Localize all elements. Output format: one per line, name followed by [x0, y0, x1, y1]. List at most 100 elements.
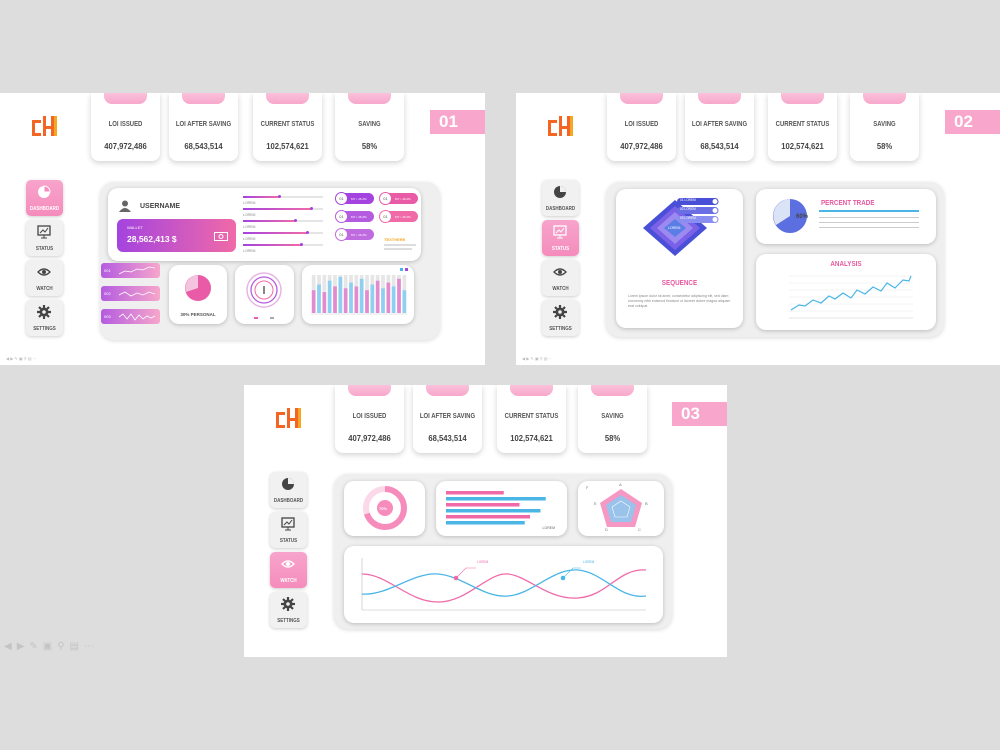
hbar	[446, 503, 520, 507]
nav-dashboard-button[interactable]: DASHBOARD	[542, 180, 579, 216]
nav-label: DASHBOARD	[273, 498, 304, 504]
status-panel: 01 LOREM 02 LOREM 03 LOREM LOREM SEQUENC…	[606, 182, 944, 337]
hbar	[446, 515, 530, 519]
nav-settings-button[interactable]: SETTINGS	[270, 592, 307, 628]
nav-label: SETTINGS	[549, 326, 572, 332]
column-bar	[391, 286, 396, 313]
progress-bars: LOREM LOREM LOREM LOREM LOREM	[243, 195, 327, 254]
badge-tag: MY • 46.2%	[351, 196, 367, 201]
stat-card-current-status: CURRENT STATUS 102,574,621	[768, 93, 837, 161]
analysis-card: ANALYSIS	[756, 254, 936, 330]
progress-fill	[243, 208, 311, 210]
radar-label: B	[645, 501, 648, 506]
hbar	[446, 491, 504, 495]
pill-label: 002	[104, 291, 111, 296]
radar-chart	[600, 489, 642, 527]
nav-settings-button[interactable]: SETTINGS	[26, 300, 63, 336]
wave-label: LOREM	[583, 560, 595, 564]
gear-icon	[281, 597, 295, 611]
nav-watch-button[interactable]: WATCH	[542, 260, 579, 296]
column-bar	[338, 276, 343, 313]
nav-status-button[interactable]: STATUS	[26, 220, 63, 256]
nav-label: DASHBOARD	[545, 206, 576, 212]
progress-marker[interactable]	[310, 207, 313, 210]
nav-dashboard-button[interactable]: DASHBOARD	[270, 472, 307, 508]
hbar-card: LOREM	[436, 481, 567, 536]
nav-settings-button[interactable]: SETTINGS	[542, 300, 579, 336]
column-bar	[322, 292, 327, 313]
sequence-tag: 02 LOREM	[680, 207, 696, 211]
progress-fill	[243, 220, 295, 222]
slide-01[interactable]: LOI ISSUED 407,972,486 LOI AFTER SAVING …	[0, 93, 485, 365]
hbar-label: LOREM	[542, 526, 555, 530]
pie-caption: 30% PERSONAL	[180, 312, 216, 317]
badge[interactable]: 01 MY • 46.2%	[335, 228, 374, 241]
radar-label: E	[594, 501, 597, 506]
badge-number: 01	[335, 228, 348, 241]
badge-number: 01	[335, 192, 348, 205]
progress-row: LOREM	[243, 207, 327, 218]
nav-label: SETTINGS	[277, 618, 300, 624]
progress-marker[interactable]	[306, 231, 309, 234]
slide-03[interactable]: LOI ISSUED 407,972,486 LOI AFTER SAVING …	[244, 385, 727, 657]
nav-label: STATUS	[35, 246, 54, 252]
column-bar	[354, 286, 359, 313]
wallet-value: 28,562,413 $	[127, 234, 177, 244]
pie-chart	[185, 275, 211, 301]
nav-label: DASHBOARD	[29, 206, 60, 212]
badge-number: 01	[379, 210, 392, 223]
progress-marker[interactable]	[299, 243, 303, 246]
percent-title: PERCENT TRADE	[820, 200, 875, 207]
pill-stack: 001 002 003	[101, 262, 161, 332]
viewer-toolbar[interactable]: ◀ ▶ ✎ ▣ ⚲ ▤ ⋯	[522, 356, 582, 362]
badge-tag: MY • 46.2%	[395, 214, 411, 219]
nav-status-button[interactable]: STATUS	[542, 220, 579, 256]
stat-card-loi-issued: LOI ISSUED 407,972,486	[607, 93, 676, 161]
progress-label: LOREM	[243, 225, 256, 229]
badge[interactable]: 01 MY • 46.2%	[335, 210, 374, 223]
radial-gauge	[246, 272, 282, 308]
progress-marker[interactable]	[278, 195, 281, 198]
stat-card-saving: SAVING 58%	[578, 385, 647, 453]
sequence-text: Lorem ipsum dolor sit amet, consectetur …	[628, 294, 731, 308]
radar-card: A B C D E F	[578, 481, 664, 536]
badge[interactable]: 01 MY • 46.2%	[379, 192, 418, 205]
pill-item[interactable]: 001	[101, 263, 160, 278]
nav-status-button[interactable]: STATUS	[270, 512, 307, 548]
column-bar	[397, 278, 401, 313]
nav-dashboard-button[interactable]: DASHBOARD	[26, 180, 63, 216]
watch-panel: 70% LOREM A B C D E F LOREM LOREM	[334, 474, 672, 629]
eye-icon	[553, 268, 567, 276]
percent-lines	[819, 217, 919, 237]
viewer-toolbar-large[interactable]: ◀▶✎▣⚲▤⋯	[4, 641, 144, 654]
badge[interactable]: 01 MY • 46.2%	[335, 192, 374, 205]
badge-number: 01	[335, 210, 348, 223]
stat-value: 407,972,486	[348, 433, 391, 443]
progress-label: LOREM	[243, 249, 256, 253]
nav-label: STATUS	[279, 538, 298, 544]
nav-watch-button[interactable]: WATCH	[270, 552, 307, 588]
wave-card: LOREM LOREM	[344, 546, 663, 623]
stat-card-current-status: CURRENT STATUS 102,574,621	[253, 93, 322, 161]
slide-number: 02	[945, 110, 1000, 134]
stat-value: 68,543,514	[184, 141, 223, 151]
nav-watch-button[interactable]: WATCH	[26, 260, 63, 296]
slide-02[interactable]: LOI ISSUED 407,972,486 LOI AFTER SAVING …	[516, 93, 1000, 365]
column-bar	[365, 290, 369, 313]
badge[interactable]: 01 MY • 46.2%	[379, 210, 418, 223]
stat-label: LOI AFTER SAVING	[175, 121, 232, 128]
progress-marker[interactable]	[294, 219, 297, 222]
column-bar	[402, 290, 407, 313]
pie-chart-icon	[282, 478, 294, 490]
pill-item[interactable]: 002	[101, 286, 160, 301]
stat-value: 58%	[361, 141, 378, 151]
pill-item[interactable]: 003	[101, 309, 160, 324]
wallet-card[interactable]: WALLET 28,562,413 $	[117, 219, 236, 252]
nav-label: WATCH	[280, 578, 297, 584]
brand-logo	[548, 116, 573, 136]
user-icon	[119, 200, 131, 212]
stat-label: CURRENT STATUS	[504, 413, 559, 420]
nav-label: WATCH	[552, 286, 569, 292]
stat-card-loi-issued: LOI ISSUED 407,972,486	[335, 385, 404, 453]
viewer-toolbar[interactable]: ◀ ▶ ✎ ▣ ⚲ ▤ ⋯	[6, 356, 66, 362]
